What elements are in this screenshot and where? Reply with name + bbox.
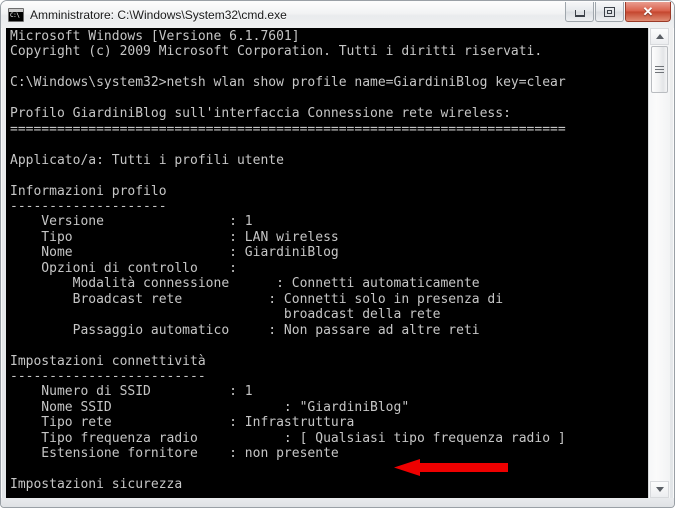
scrollbar-grip-icon bbox=[655, 66, 664, 73]
maximize-icon bbox=[604, 6, 615, 17]
chevron-up-icon bbox=[655, 34, 664, 39]
title-bar[interactable]: C:\ Amministratore: C:\Windows\System32\… bbox=[1, 1, 674, 28]
vertical-scrollbar[interactable] bbox=[648, 28, 670, 498]
scrollbar-thumb[interactable] bbox=[651, 46, 668, 93]
window-title: Amministratore: C:\Windows\System32\cmd.… bbox=[30, 7, 287, 22]
scroll-up-button[interactable] bbox=[650, 28, 669, 45]
chevron-down-icon bbox=[655, 487, 664, 492]
console-text: Microsoft Windows [Versione 6.1.7601] Co… bbox=[10, 29, 566, 498]
close-button[interactable]: ✕ bbox=[625, 2, 671, 22]
close-icon: ✕ bbox=[642, 4, 654, 19]
command-prompt-window: C:\ Amministratore: C:\Windows\System32\… bbox=[0, 0, 675, 508]
minimize-button[interactable] bbox=[565, 2, 594, 22]
minimize-icon bbox=[574, 9, 585, 17]
caption-buttons: ✕ bbox=[565, 2, 671, 22]
window-bottom-edge bbox=[1, 498, 674, 507]
console-output-area[interactable]: Microsoft Windows [Versione 6.1.7601] Co… bbox=[6, 28, 648, 498]
cmd-icon-prompt-text: C:\ bbox=[10, 11, 20, 19]
maximize-button[interactable] bbox=[595, 2, 624, 22]
cmd-icon: C:\ bbox=[8, 7, 24, 22]
scroll-down-button[interactable] bbox=[650, 481, 669, 498]
